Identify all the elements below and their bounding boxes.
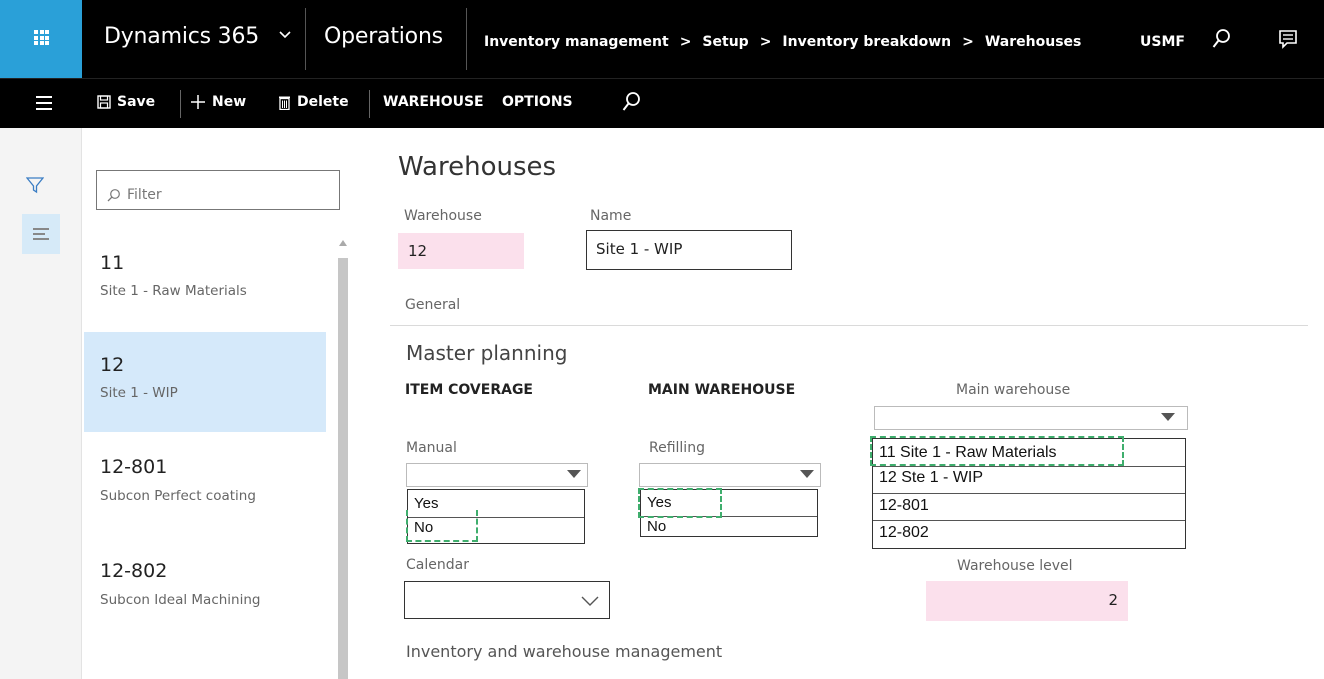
dropdown-arrow-icon <box>567 470 581 478</box>
list-pane: Filter 11 Site 1 - Raw Materials 12 Site… <box>84 128 354 679</box>
warehouse-level-field: 2 <box>926 581 1128 621</box>
action-pane: Save New Delete WAREHOUSE OPTIONS <box>0 78 1324 128</box>
app-launcher-icon <box>34 30 49 45</box>
warehouse-label: Warehouse <box>404 208 482 224</box>
divider <box>180 90 181 118</box>
breadcrumb-separator: > <box>962 34 974 50</box>
hamburger-icon[interactable] <box>36 96 52 110</box>
scrollbar-thumb[interactable] <box>338 258 348 679</box>
dropdown-arrow-icon <box>1161 413 1175 421</box>
warehouse-field: 12 <box>398 233 524 269</box>
refilling-dropdown[interactable] <box>639 463 821 487</box>
option-divider <box>873 493 1185 494</box>
page-title: Warehouses <box>398 152 557 182</box>
inventory-section-header[interactable]: Inventory and warehouse management <box>406 642 722 661</box>
general-tab[interactable]: General <box>405 297 460 313</box>
save-button[interactable]: Save <box>97 94 155 110</box>
message-icon[interactable] <box>1278 28 1298 50</box>
list-item-code: 12-801 <box>100 456 168 478</box>
option-no[interactable]: No <box>647 518 666 535</box>
list-item-name: Subcon Ideal Machining <box>100 592 261 608</box>
divider <box>369 90 370 118</box>
delete-button[interactable]: Delete <box>278 94 349 110</box>
save-icon <box>97 95 111 109</box>
list-view-button[interactable] <box>22 214 60 254</box>
list-item[interactable]: 12-801 Subcon Perfect coating <box>84 432 326 532</box>
app-launcher-button[interactable] <box>0 0 82 78</box>
tab-warehouse-label: WAREHOUSE <box>383 94 484 110</box>
name-field[interactable]: Site 1 - WIP <box>586 230 792 270</box>
highlight-marker <box>870 436 1124 466</box>
search-icon[interactable] <box>622 91 642 113</box>
name-label: Name <box>590 208 632 224</box>
calendar-label: Calendar <box>406 557 469 573</box>
option-warehouse-12-802[interactable]: 12-802 <box>879 524 929 542</box>
main-warehouse-dropdown[interactable] <box>874 406 1188 430</box>
list-item-code: 12-802 <box>100 560 168 582</box>
breadcrumb: Inventory management > Setup > Inventory… <box>484 34 1081 50</box>
new-button[interactable]: New <box>190 94 246 110</box>
brand-title[interactable]: Dynamics 365 <box>104 24 259 49</box>
list-item-name: Subcon Perfect coating <box>100 488 256 504</box>
search-icon[interactable] <box>1212 28 1232 50</box>
tab-options[interactable]: OPTIONS <box>502 94 573 110</box>
new-label: New <box>212 94 247 110</box>
list-item-selected[interactable]: 12 Site 1 - WIP <box>84 332 326 432</box>
breadcrumb-separator: > <box>759 34 772 50</box>
nav-bar: Dynamics 365 Operations Inventory manage… <box>0 0 1324 78</box>
filter-placeholder: Filter <box>127 187 162 203</box>
list-item-name: Site 1 - Raw Materials <box>100 283 247 299</box>
left-rail <box>0 128 82 679</box>
manual-label: Manual <box>406 440 457 456</box>
warehouse-level-label: Warehouse level <box>957 558 1073 574</box>
app-name: Operations <box>324 24 443 49</box>
scroll-up-arrow[interactable] <box>339 240 347 246</box>
option-divider <box>873 520 1185 521</box>
main-warehouse-label: Main warehouse <box>956 382 1071 398</box>
list-item[interactable]: 11 Site 1 - Raw Materials <box>84 228 326 328</box>
item-coverage-heading: ITEM COVERAGE <box>405 382 533 398</box>
chevron-down-icon[interactable] <box>279 29 291 41</box>
dropdown-arrow-icon <box>800 470 814 478</box>
main-warehouse-heading: MAIN WAREHOUSE <box>648 382 796 398</box>
option-divider <box>873 466 1185 467</box>
highlight-marker <box>638 488 722 518</box>
list-item-code: 12 <box>100 354 125 376</box>
divider <box>466 8 467 70</box>
breadcrumb-separator: > <box>679 34 692 50</box>
divider <box>305 8 306 70</box>
tab-options-label: OPTIONS <box>502 94 573 110</box>
master-planning-header[interactable]: Master planning <box>406 341 567 365</box>
save-label: Save <box>117 94 156 110</box>
chevron-down-icon <box>581 596 599 606</box>
list-item-code: 11 <box>100 252 125 274</box>
option-warehouse-12-801[interactable]: 12-801 <box>879 497 929 515</box>
filter-input[interactable]: Filter <box>96 170 340 210</box>
breadcrumb-item-inventory-breakdown[interactable]: Inventory breakdown <box>782 34 951 50</box>
list-item[interactable]: 12-802 Subcon Ideal Machining <box>84 536 326 636</box>
breadcrumb-item-warehouses[interactable]: Warehouses <box>985 34 1082 50</box>
list-item-name: Site 1 - WIP <box>100 385 178 401</box>
tab-warehouse[interactable]: WAREHOUSE <box>383 94 484 110</box>
search-icon <box>107 189 120 202</box>
filter-icon[interactable] <box>26 176 44 194</box>
divider <box>390 325 1308 326</box>
option-warehouse-12[interactable]: 12 Ste 1 - WIP <box>879 469 983 487</box>
breadcrumb-item-inventory-management[interactable]: Inventory management <box>484 34 669 50</box>
manual-dropdown[interactable] <box>406 463 588 487</box>
delete-label: Delete <box>297 94 349 110</box>
refilling-label: Refilling <box>649 440 705 456</box>
trash-icon <box>279 96 290 110</box>
calendar-dropdown[interactable] <box>404 581 610 619</box>
company-picker[interactable]: USMF <box>1140 34 1185 50</box>
highlight-marker <box>406 510 478 542</box>
plus-icon <box>191 95 205 109</box>
breadcrumb-item-setup[interactable]: Setup <box>702 34 748 50</box>
